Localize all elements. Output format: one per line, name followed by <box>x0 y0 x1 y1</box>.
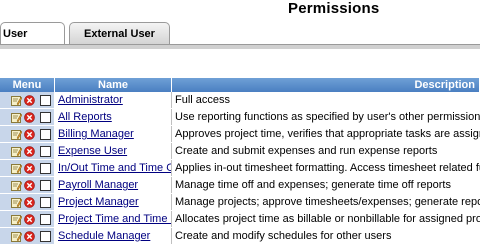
tab-user[interactable]: User <box>0 22 65 44</box>
edit-icon[interactable] <box>11 231 23 242</box>
row-menu-cell <box>0 92 55 109</box>
edit-icon[interactable] <box>11 180 23 191</box>
row-description: Approves project time, verifies that app… <box>171 125 480 143</box>
permission-name-link[interactable]: Billing Manager <box>58 128 134 140</box>
row-description: Full access <box>171 92 480 109</box>
row-name-cell: All Reports <box>54 108 172 126</box>
row-menu-cell <box>0 159 55 177</box>
edit-icon[interactable] <box>11 214 23 225</box>
table-row: All Reports Use reporting functions as s… <box>0 108 480 126</box>
delete-icon[interactable] <box>24 213 35 225</box>
permission-name-link[interactable]: Payroll Manager <box>58 179 138 191</box>
permissions-table: Menu Name Description Administrator Full… <box>0 78 480 245</box>
row-menu-cell <box>0 108 55 126</box>
permission-name-link[interactable]: Project Manager <box>58 196 139 208</box>
table-header-row: Menu Name Description <box>0 78 480 92</box>
table-row: Administrator Full access <box>0 92 480 109</box>
row-select-checkbox[interactable] <box>40 230 51 242</box>
row-select-checkbox[interactable] <box>40 128 51 140</box>
row-description: Manage time off and expenses; generate t… <box>171 176 480 194</box>
column-header-menu: Menu <box>0 78 55 92</box>
permission-name-link[interactable]: Schedule Manager <box>58 230 150 242</box>
delete-icon[interactable] <box>24 162 35 174</box>
row-description: Applies in-out timesheet formatting. Acc… <box>171 159 480 177</box>
row-description: Create and submit expenses and run expen… <box>171 142 480 160</box>
edit-icon[interactable] <box>11 163 23 174</box>
row-select-checkbox[interactable] <box>40 196 51 208</box>
delete-icon[interactable] <box>24 230 35 242</box>
column-header-name[interactable]: Name <box>54 78 172 92</box>
table-row: Project Manager Manage projects; approve… <box>0 193 480 211</box>
row-menu-cell <box>0 193 55 211</box>
row-select-checkbox[interactable] <box>40 162 51 174</box>
delete-icon[interactable] <box>24 179 35 191</box>
row-name-cell: Expense User <box>54 142 172 160</box>
delete-icon[interactable] <box>24 111 35 123</box>
permission-name-link[interactable]: In/Out Time and Time Off <box>58 162 171 174</box>
edit-icon[interactable] <box>11 129 23 140</box>
permission-name-link[interactable]: Administrator <box>58 94 123 106</box>
table-row: Billing Manager Approves project time, v… <box>0 125 480 143</box>
table-row: Payroll Manager Manage time off and expe… <box>0 176 480 194</box>
row-name-cell: Billing Manager <box>54 125 172 143</box>
edit-icon[interactable] <box>11 95 23 106</box>
column-header-description[interactable]: Description <box>171 78 480 92</box>
row-select-checkbox[interactable] <box>40 213 51 225</box>
row-select-checkbox[interactable] <box>40 145 51 157</box>
row-name-cell: Payroll Manager <box>54 176 172 194</box>
row-select-checkbox[interactable] <box>40 94 51 106</box>
table-row: Project Time and Time Off Allocates proj… <box>0 210 480 228</box>
row-description: Allocates project time as billable or no… <box>171 210 480 228</box>
edit-icon[interactable] <box>11 197 23 208</box>
row-name-cell: Project Time and Time Off <box>54 210 172 228</box>
row-name-cell: Administrator <box>54 92 172 109</box>
delete-icon[interactable] <box>24 94 35 106</box>
row-description: Manage projects; approve timesheets/expe… <box>171 193 480 211</box>
row-menu-cell <box>0 142 55 160</box>
row-name-cell: In/Out Time and Time Off <box>54 159 172 177</box>
row-name-cell: Project Manager <box>54 193 172 211</box>
edit-icon[interactable] <box>11 146 23 157</box>
delete-icon[interactable] <box>24 128 35 140</box>
delete-icon[interactable] <box>24 196 35 208</box>
row-select-checkbox[interactable] <box>40 111 51 123</box>
edit-icon[interactable] <box>11 112 23 123</box>
permission-name-link[interactable]: Expense User <box>58 145 127 157</box>
tab-external-user[interactable]: External User <box>69 22 170 44</box>
permission-name-link[interactable]: Project Time and Time Off <box>58 213 171 225</box>
row-menu-cell <box>0 176 55 194</box>
row-description: Use reporting functions as specified by … <box>171 108 480 126</box>
table-row: Expense User Create and submit expenses … <box>0 142 480 160</box>
page-title: Permissions <box>288 0 380 17</box>
permission-name-link[interactable]: All Reports <box>58 111 112 123</box>
row-menu-cell <box>0 125 55 143</box>
row-menu-cell <box>0 210 55 228</box>
tab-bar: User External User <box>0 22 480 44</box>
delete-icon[interactable] <box>24 145 35 157</box>
table-row: In/Out Time and Time Off Applies in-out … <box>0 159 480 177</box>
row-select-checkbox[interactable] <box>40 179 51 191</box>
